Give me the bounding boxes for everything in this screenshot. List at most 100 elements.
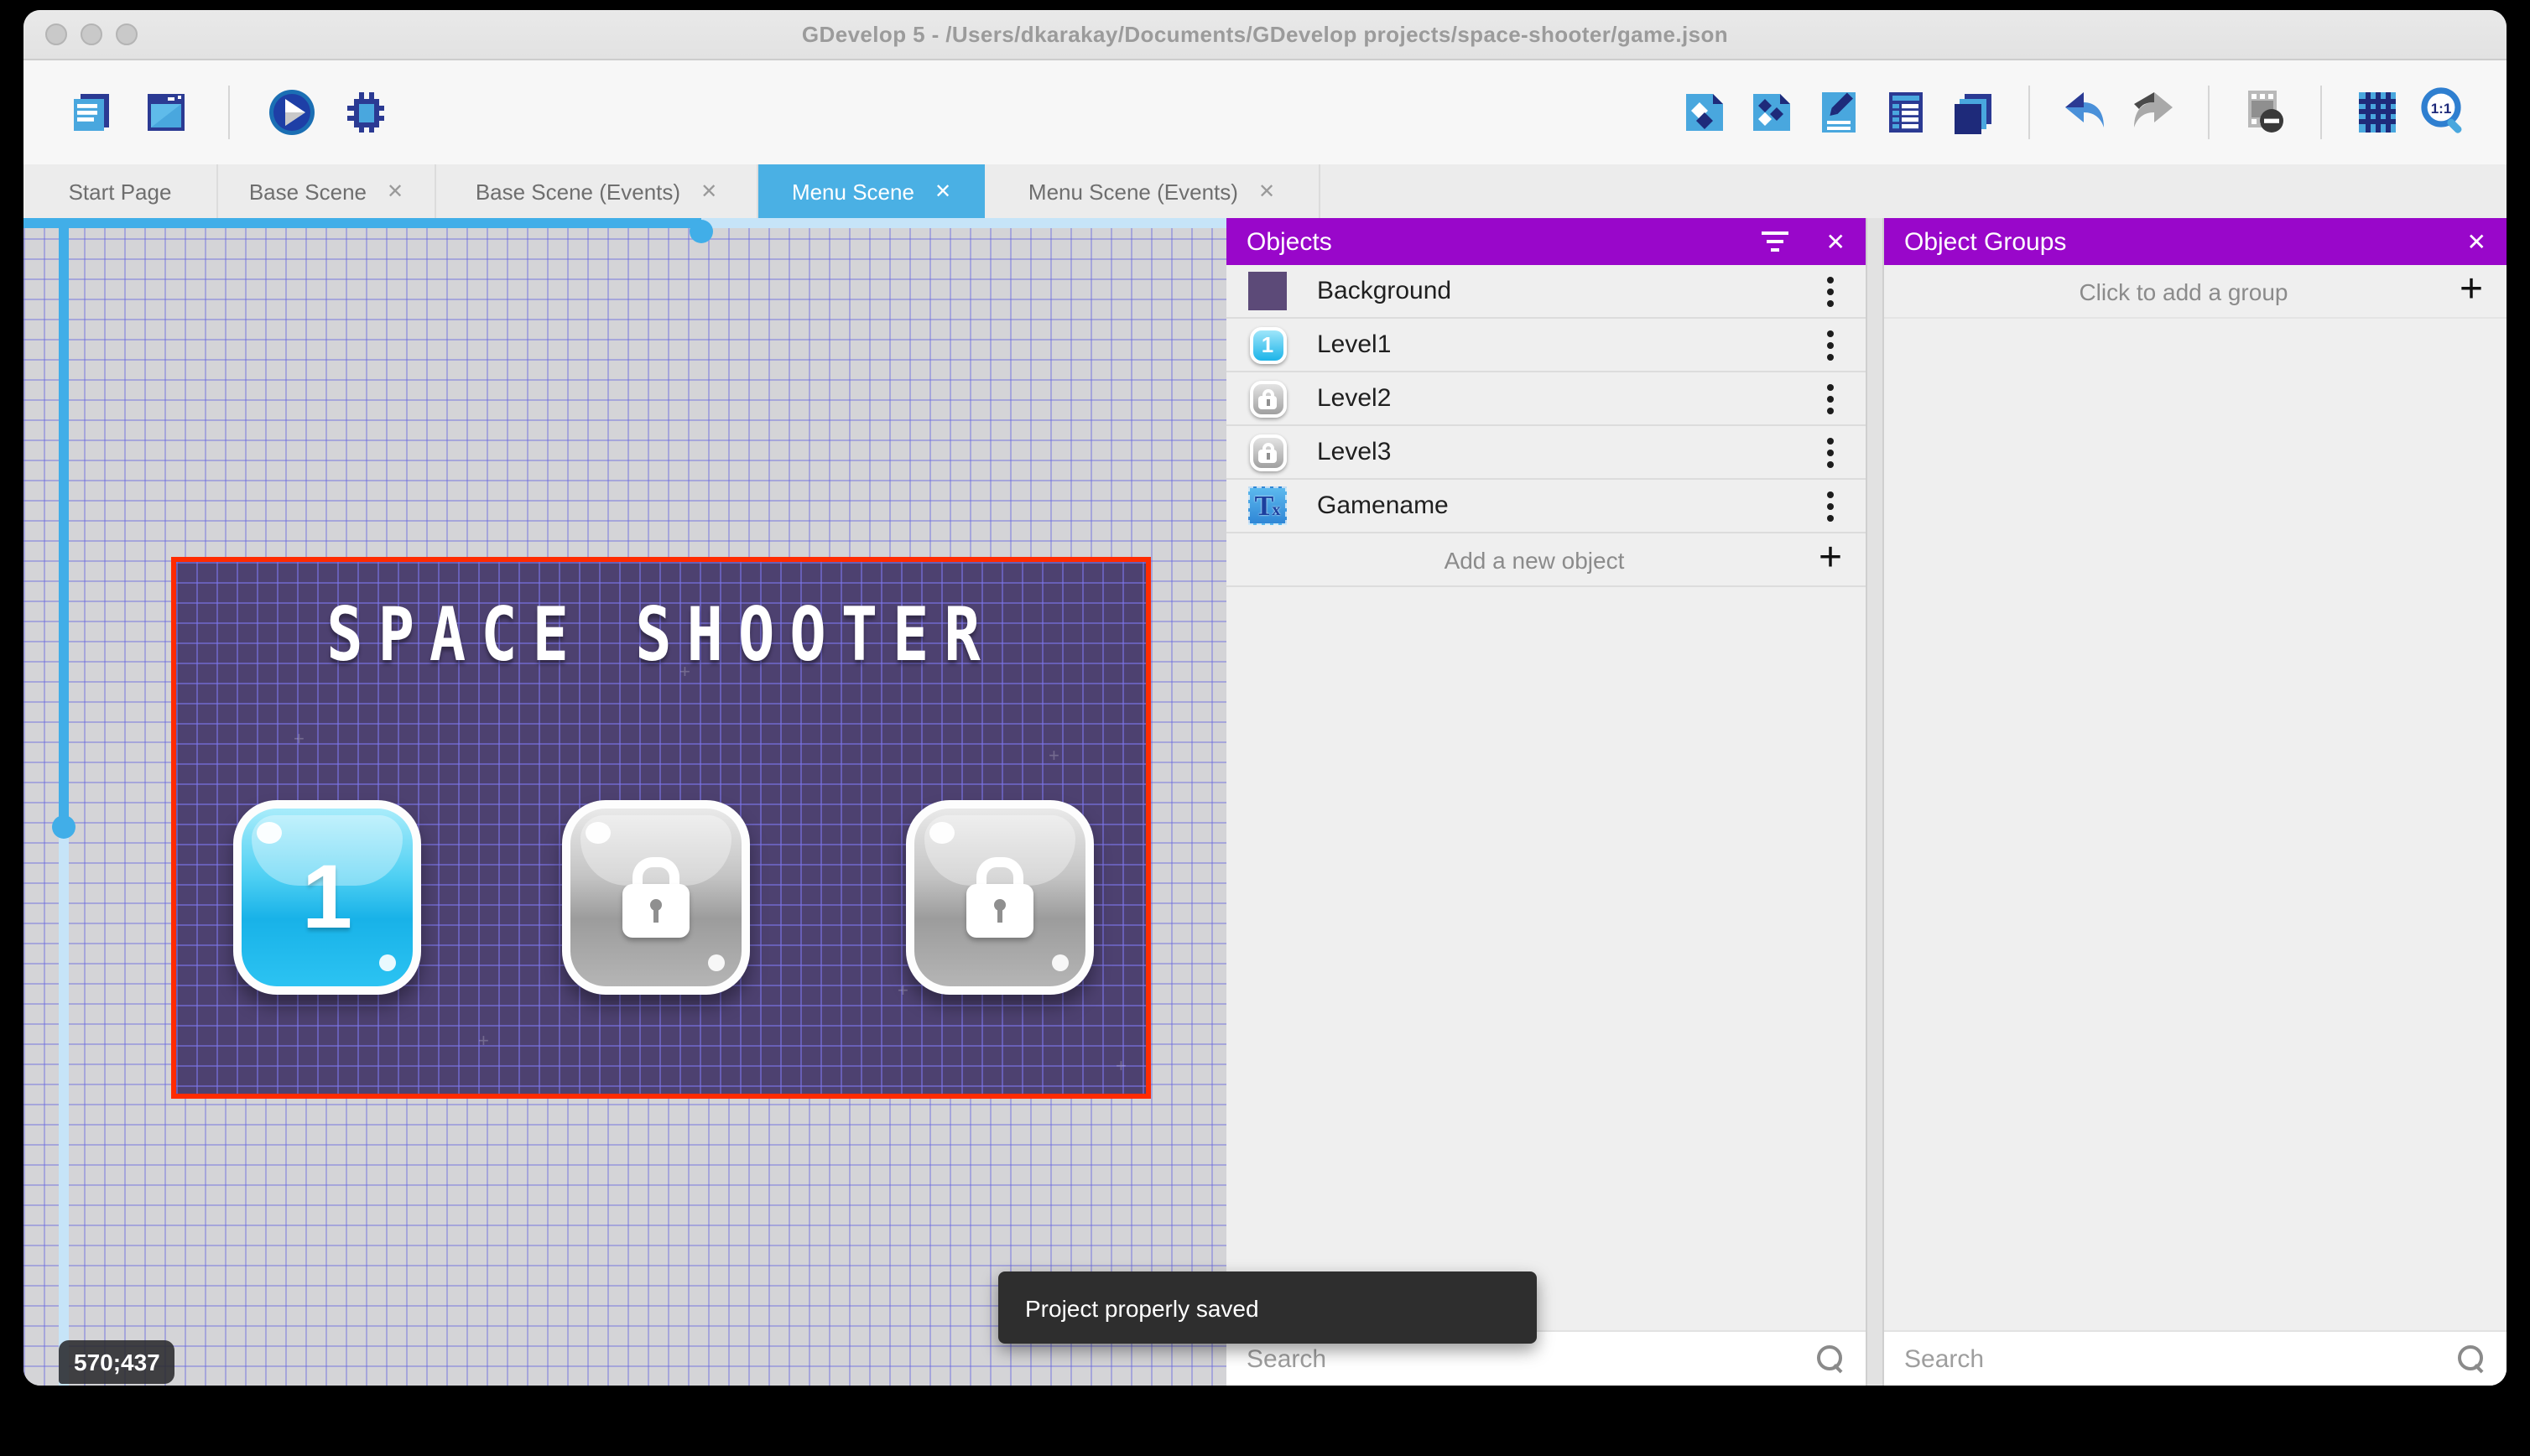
titlebar: GDevelop 5 - /Users/dkarakay/Documents/G… — [23, 10, 2507, 60]
toolbar-right-group: 1:1 — [1679, 86, 2470, 139]
add-group-plus-icon[interactable]: + — [2460, 268, 2483, 309]
properties-icon[interactable] — [1814, 87, 1864, 138]
objects-panel-close-icon[interactable]: ✕ — [1826, 227, 1845, 256]
level-number: 1 — [301, 847, 353, 948]
tab-label[interactable]: Menu Scene — [792, 179, 914, 204]
search-icon[interactable] — [2456, 1344, 2486, 1374]
object-label[interactable]: Gamename — [1317, 491, 1819, 520]
tab-close-icon[interactable]: ✕ — [1258, 181, 1275, 201]
tab-close-icon[interactable]: ✕ — [700, 181, 717, 201]
object-menu-kebab-icon[interactable] — [1819, 330, 1842, 360]
toolbar-divider — [228, 86, 230, 139]
gloss-dot — [1052, 954, 1069, 971]
objects-search-input[interactable] — [1247, 1344, 1815, 1373]
toolbar-divider — [2028, 86, 2030, 139]
mask-icon[interactable] — [2240, 87, 2290, 138]
color-square-thumbnail — [1248, 272, 1287, 310]
gloss-dot — [929, 822, 955, 844]
debug-icon[interactable] — [341, 87, 391, 138]
object-row-gamename[interactable]: Tx Gamename — [1226, 480, 1866, 533]
object-row-background[interactable]: Background — [1226, 265, 1866, 319]
level-3-button-object[interactable] — [906, 800, 1094, 995]
add-object-plus-icon[interactable]: + — [1819, 537, 1842, 578]
star-decoration: + — [294, 730, 305, 750]
add-object-label[interactable]: Add a new object — [1250, 546, 1819, 573]
tab-bar: Start Page Base Scene ✕ Base Scene (Events)… — [23, 164, 2507, 218]
star-decoration: + — [1116, 1057, 1127, 1077]
toolbar: 1:1 — [23, 60, 2507, 164]
layers-icon[interactable] — [1948, 87, 1998, 138]
object-menu-kebab-icon[interactable] — [1819, 437, 1842, 467]
objects-editor-icon[interactable] — [1679, 87, 1730, 138]
button-lock-thumbnail — [1248, 433, 1287, 471]
object-menu-kebab-icon[interactable] — [1819, 491, 1842, 521]
object-groups-panel-header: Object Groups ✕ — [1884, 218, 2507, 265]
grid-icon[interactable] — [2352, 87, 2402, 138]
cursor-coordinates-badge: 570;437 — [59, 1340, 175, 1384]
add-object-row[interactable]: Add a new object + — [1226, 533, 1866, 587]
object-groups-panel-title: Object Groups — [1904, 227, 2067, 256]
groups-search-bar — [1884, 1330, 2507, 1386]
tab-close-icon[interactable]: ✕ — [387, 181, 403, 201]
tab-label[interactable]: Menu Scene (Events) — [1028, 179, 1238, 204]
object-label[interactable]: Background — [1317, 277, 1819, 305]
game-title-text-object[interactable]: SPACE SHOOTER — [176, 595, 1146, 679]
tab-label[interactable]: Start Page — [69, 179, 172, 204]
project-manager-icon[interactable] — [67, 87, 117, 138]
object-label[interactable]: Level2 — [1317, 384, 1819, 413]
undo-icon[interactable] — [2060, 87, 2111, 138]
menu-scene-background-object[interactable]: SPACE SHOOTER + + + + + + 1 — [171, 557, 1151, 1099]
tab-menu-scene[interactable]: Menu Scene ✕ — [758, 164, 985, 218]
tab-menu-scene-events-[interactable]: Menu Scene (Events) ✕ — [985, 164, 1320, 218]
panel-divider[interactable] — [1866, 218, 1884, 1386]
groups-search-input[interactable] — [1904, 1344, 2456, 1373]
scene-canvas[interactable]: SPACE SHOOTER + + + + + + 1 570;437 — [23, 218, 1226, 1386]
tab-start-page[interactable]: Start Page — [23, 164, 218, 218]
horizontal-scrollbar[interactable] — [23, 218, 1226, 228]
gloss-dot — [708, 954, 725, 971]
vertical-scrollbar-knob[interactable] — [52, 815, 75, 839]
object-label[interactable]: Level3 — [1317, 438, 1819, 466]
tab-label[interactable]: Base Scene (Events) — [476, 179, 680, 204]
object-row-level2[interactable]: Level2 — [1226, 372, 1866, 426]
add-group-label[interactable]: Click to add a group — [1908, 278, 2460, 304]
filter-icon[interactable] — [1762, 231, 1789, 252]
zoom-label: 1:1 — [2431, 101, 2452, 117]
star-decoration: + — [679, 663, 690, 683]
tab-label[interactable]: Base Scene — [249, 179, 367, 204]
add-group-row[interactable]: Click to add a group + — [1884, 265, 2507, 319]
object-groups-panel-close-icon[interactable]: ✕ — [2467, 227, 2486, 256]
object-row-level3[interactable]: Level3 — [1226, 426, 1866, 480]
zoom-original-icon[interactable]: 1:1 — [2419, 87, 2470, 138]
horizontal-scrollbar-thumb[interactable] — [23, 218, 701, 228]
tab-base-scene-events-[interactable]: Base Scene (Events) ✕ — [436, 164, 758, 218]
button-lock-thumbnail — [1248, 379, 1287, 418]
toolbar-divider — [2208, 86, 2210, 139]
toolbar-left-group — [67, 86, 391, 139]
toolbar-divider — [2320, 86, 2322, 139]
toast-message: Project properly saved — [1025, 1294, 1259, 1321]
tab-base-scene[interactable]: Base Scene ✕ — [218, 164, 436, 218]
object-row-level1[interactable]: 1 Level1 — [1226, 319, 1866, 372]
vertical-scrollbar-thumb[interactable] — [59, 218, 69, 825]
tab-close-icon[interactable]: ✕ — [934, 181, 951, 201]
button-1-thumbnail: 1 — [1248, 325, 1287, 364]
object-menu-kebab-icon[interactable] — [1819, 383, 1842, 413]
objects-list: Background 1 Level1 Level2 Level3 Tx Gamename — [1226, 265, 1866, 533]
level-2-button-object[interactable] — [562, 800, 750, 995]
redo-icon[interactable] — [2127, 87, 2178, 138]
scene-editor-icon[interactable] — [141, 87, 191, 138]
object-groups-editor-icon[interactable] — [1747, 87, 1797, 138]
object-label[interactable]: Level1 — [1317, 330, 1819, 359]
search-icon[interactable] — [1815, 1344, 1845, 1374]
instances-list-icon[interactable] — [1881, 87, 1931, 138]
save-toast: Project properly saved — [998, 1271, 1537, 1344]
object-groups-panel: Object Groups ✕ Click to add a group + — [1884, 218, 2507, 1386]
object-menu-kebab-icon[interactable] — [1819, 276, 1842, 306]
horizontal-scrollbar-knob[interactable] — [690, 220, 713, 243]
objects-panel: Objects ✕ Background 1 Level1 Level2 Level3 T… — [1226, 218, 1866, 1386]
play-icon[interactable] — [267, 87, 317, 138]
level-1-button-object[interactable]: 1 — [233, 800, 421, 995]
vertical-scrollbar[interactable] — [59, 218, 69, 1386]
text-object-thumbnail: Tx — [1248, 486, 1287, 525]
